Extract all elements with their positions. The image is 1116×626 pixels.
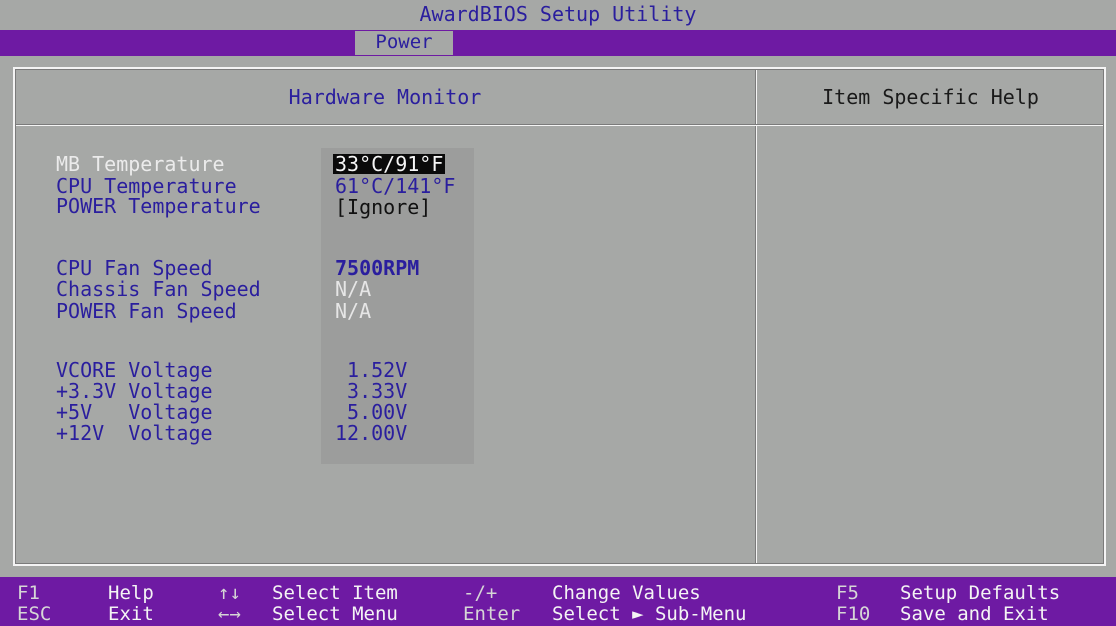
label-mb-temperature[interactable]: MB Temperature — [56, 154, 225, 174]
key-f1-desc: Help — [108, 582, 154, 604]
up-down-arrows-icon: ↑↓ — [218, 582, 241, 604]
value-cpu-temperature: 61°C/141°F — [335, 174, 456, 198]
key-enter-desc: Select ► Sub-Menu — [552, 603, 747, 625]
tab-power[interactable]: Power — [355, 31, 453, 55]
panel-divider-vertical — [755, 69, 757, 564]
value-power-temperature[interactable]: [Ignore] — [335, 197, 431, 217]
window-title: AwardBIOS Setup Utility — [0, 0, 1116, 30]
key-f5: F5 — [836, 582, 859, 604]
key-esc: ESC — [17, 603, 52, 625]
key-enter: Enter — [463, 603, 521, 625]
label-vcore-voltage: VCORE Voltage — [56, 358, 213, 382]
label-power-temperature[interactable]: POWER Temperature — [56, 196, 261, 216]
value-chassis-fan-speed: N/A — [335, 277, 372, 301]
key-leftright-desc: Select Menu — [272, 603, 398, 625]
value-power-fan-speed: N/A — [335, 299, 372, 323]
value-3v3-voltage: 3.33V — [335, 379, 408, 403]
main-panel: Hardware Monitor Item Specific Help MB T… — [13, 67, 1106, 566]
label-12v-voltage: +12V Voltage — [56, 421, 213, 445]
help-panel-title: Item Specific Help — [822, 85, 1039, 109]
menu-bar: Power — [0, 30, 1116, 56]
key-f5-desc: Setup Defaults — [900, 582, 1061, 604]
key-plus-minus: -/+ — [463, 582, 498, 604]
key-help-bar: F1 Help ESC Exit ↑↓ Select Item ←→ Selec… — [0, 577, 1116, 626]
key-f10: F10 — [836, 603, 871, 625]
label-power-fan-speed: POWER Fan Speed — [56, 299, 237, 323]
section-title: Hardware Monitor — [288, 85, 482, 109]
key-plusminus-desc: Change Values — [552, 582, 701, 604]
label-5v-voltage: +5V Voltage — [56, 400, 213, 424]
key-esc-desc: Exit — [108, 603, 154, 625]
value-mb-temperature[interactable]: 33°C/91°F — [333, 154, 446, 174]
label-cpu-temperature: CPU Temperature — [56, 174, 237, 198]
key-f10-desc: Save and Exit — [900, 603, 1049, 625]
label-3v3-voltage: +3.3V Voltage — [56, 379, 213, 403]
value-12v-voltage: 12.00V — [335, 421, 408, 445]
value-5v-voltage: 5.00V — [335, 400, 408, 424]
value-cpu-fan-speed: 7500RPM — [335, 256, 420, 280]
key-updown-desc: Select Item — [272, 582, 398, 604]
label-cpu-fan-speed: CPU Fan Speed — [56, 256, 213, 280]
label-chassis-fan-speed: Chassis Fan Speed — [56, 277, 261, 301]
value-vcore-voltage: 1.52V — [335, 358, 408, 382]
panel-divider-horizontal — [15, 124, 1104, 126]
key-f1: F1 — [17, 582, 40, 604]
left-right-arrows-icon: ←→ — [218, 603, 241, 625]
